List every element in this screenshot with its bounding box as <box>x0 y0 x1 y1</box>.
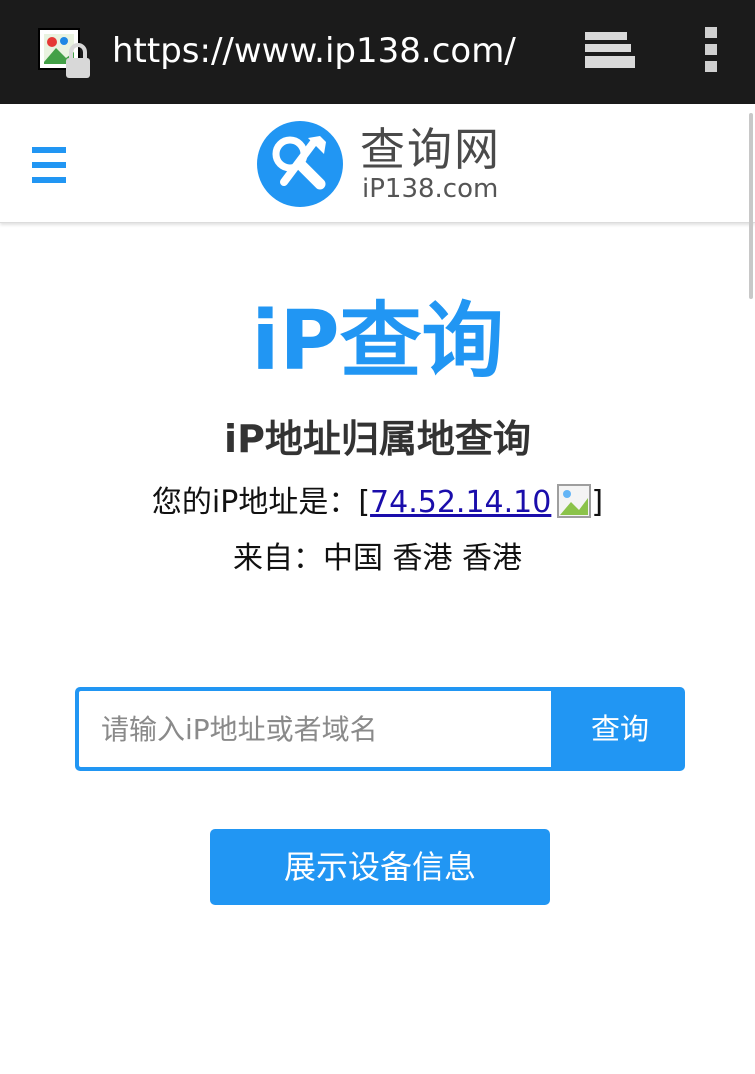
overflow-menu-icon[interactable] <box>704 27 718 73</box>
logo-domain[interactable]: iP138.com <box>362 172 498 206</box>
ip-location: 来自：中国 香港 香港 <box>232 541 523 576</box>
search-button[interactable]: 查询 <box>555 687 685 771</box>
page-subtitle: iP地址归属地查询 <box>224 417 531 461</box>
url-bar[interactable]: https://www.ip138.com/ <box>112 26 516 76</box>
ip-search-input[interactable] <box>79 691 551 767</box>
ip-suffix: ] <box>591 485 604 520</box>
ip-address-line: 您的iP地址是：[74.52.14.10 ] <box>0 480 755 526</box>
tabs-icon[interactable] <box>583 30 635 70</box>
tools-logo-icon[interactable] <box>256 120 344 208</box>
browser-toolbar: https://www.ip138.com/ <box>0 0 755 104</box>
ip-address-link[interactable]: 74.52.14.10 <box>370 485 551 520</box>
logo-title[interactable]: 查询网 <box>360 124 501 176</box>
broken-image-icon <box>557 484 592 518</box>
secure-site-icon[interactable] <box>38 28 94 82</box>
ip-search-form: 查询 <box>75 687 685 771</box>
hero-title: iP查询 <box>251 294 504 389</box>
show-device-info-button[interactable]: 展示设备信息 <box>210 829 550 905</box>
ip-prefix: 您的iP地址是：[ <box>151 485 371 520</box>
hamburger-icon[interactable] <box>32 147 66 183</box>
page-scrollbar[interactable] <box>749 113 753 299</box>
